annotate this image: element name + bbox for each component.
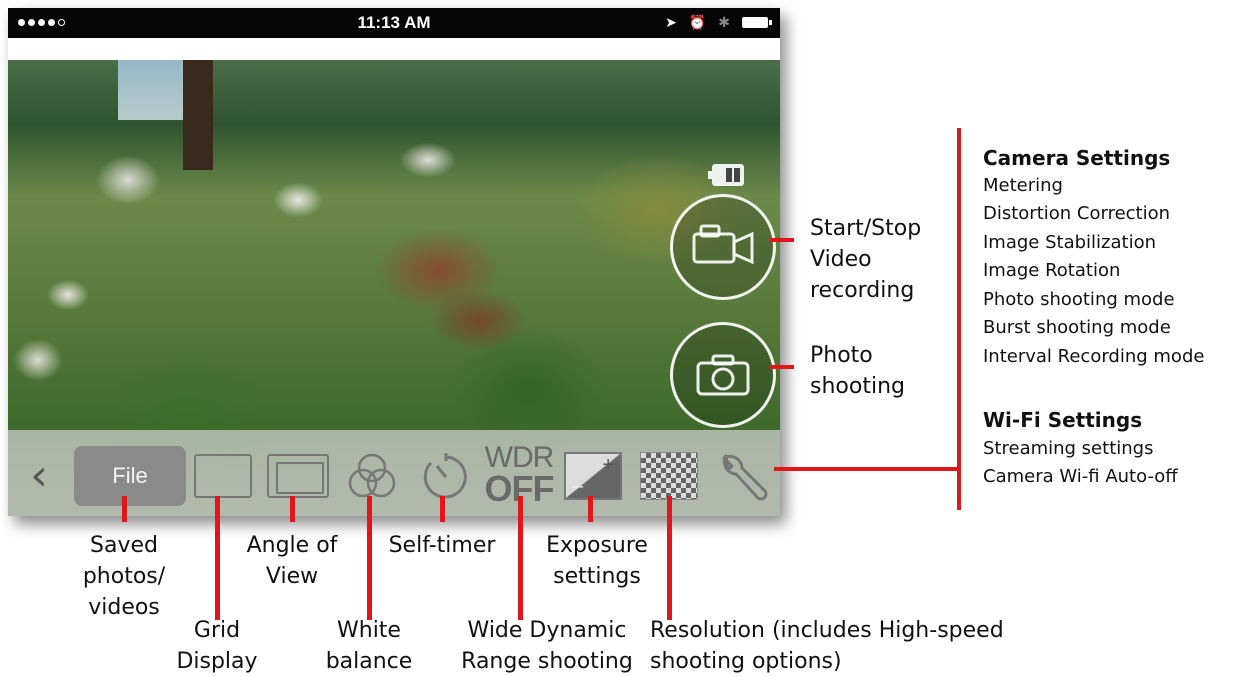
camera-battery-icon <box>708 164 744 186</box>
callout-line-photo <box>770 365 794 369</box>
callout-line-file <box>122 496 127 522</box>
label-white-balance: White balance <box>325 618 413 674</box>
camera-icon <box>696 354 750 396</box>
self-timer-icon <box>423 453 467 499</box>
exposure-button[interactable]: – + <box>564 452 622 500</box>
label-photo-shooting: Photo shooting <box>810 343 905 399</box>
status-spacer <box>8 38 780 60</box>
grid-display-button[interactable] <box>194 454 252 498</box>
white-balance-button[interactable] <box>342 446 402 506</box>
camera-setting-item: Metering <box>983 175 1063 196</box>
wifi-setting-item: Streaming settings <box>983 438 1154 459</box>
resolution-button[interactable] <box>640 452 698 500</box>
callout-line-white-balance <box>367 496 372 620</box>
callout-line-resolution <box>667 496 672 620</box>
bluetooth-icon: ✱ <box>718 14 730 30</box>
callout-line-video <box>770 238 794 242</box>
angle-of-view-button[interactable] <box>267 454 329 498</box>
callout-line-self-timer <box>440 496 445 522</box>
battery-icon <box>742 17 772 28</box>
label-video-recording: Start/Stop Video recording <box>810 216 922 303</box>
plus-icon: + <box>602 454 614 476</box>
wifi-setting-item: Camera Wi-fi Auto-off <box>983 466 1178 487</box>
callout-line-settings <box>774 467 960 471</box>
camera-setting-item: Burst shooting mode <box>983 317 1171 338</box>
callout-line-exposure <box>588 496 593 522</box>
white-balance-icon <box>348 453 396 498</box>
label-self-timer: Self-timer <box>388 533 496 558</box>
camera-settings-title: Camera Settings <box>983 146 1171 170</box>
alarm-icon: ⏰ <box>688 14 707 30</box>
camera-setting-item: Image Rotation <box>983 260 1121 281</box>
callout-line-angle <box>290 496 295 522</box>
wrench-icon <box>722 454 768 501</box>
callout-line-wdr <box>518 496 523 620</box>
status-bar: 11:13 AM ➤ ⏰ ✱ <box>8 8 780 38</box>
label-exposure: Exposure settings <box>546 533 648 589</box>
camera-setting-item: Distortion Correction <box>983 203 1171 224</box>
tree-trunk <box>183 60 213 170</box>
callout-line-grid <box>215 496 220 620</box>
location-icon: ➤ <box>665 14 677 30</box>
wifi-settings-title: Wi-Fi Settings <box>983 408 1143 432</box>
settings-bracket <box>957 128 961 510</box>
label-resolution: Resolution (includes High-speed shooting… <box>650 618 1004 674</box>
label-angle-of-view: Angle of View <box>246 533 338 589</box>
label-grid-display: Grid Display <box>176 618 258 674</box>
minus-icon: – <box>572 475 584 497</box>
camera-app-screen: 11:13 AM ➤ ⏰ ✱ ‹ File WDR OFF – + <box>8 8 780 516</box>
video-record-button[interactable] <box>670 194 776 300</box>
video-camera-icon <box>692 224 754 265</box>
camera-setting-item: Interval Recording mode <box>983 346 1205 367</box>
file-button[interactable]: File <box>74 446 186 506</box>
label-saved-photos: Saved photos/ videos <box>82 533 166 620</box>
settings-button[interactable] <box>712 446 774 508</box>
self-timer-button[interactable] <box>416 446 476 506</box>
label-wdr: Wide Dynamic Range shooting <box>461 618 633 674</box>
back-chevron-icon[interactable]: ‹ <box>24 448 54 502</box>
camera-setting-item: Photo shooting mode <box>983 289 1175 310</box>
camera-setting-item: Image Stabilization <box>983 232 1156 253</box>
photo-shutter-button[interactable] <box>670 322 776 428</box>
